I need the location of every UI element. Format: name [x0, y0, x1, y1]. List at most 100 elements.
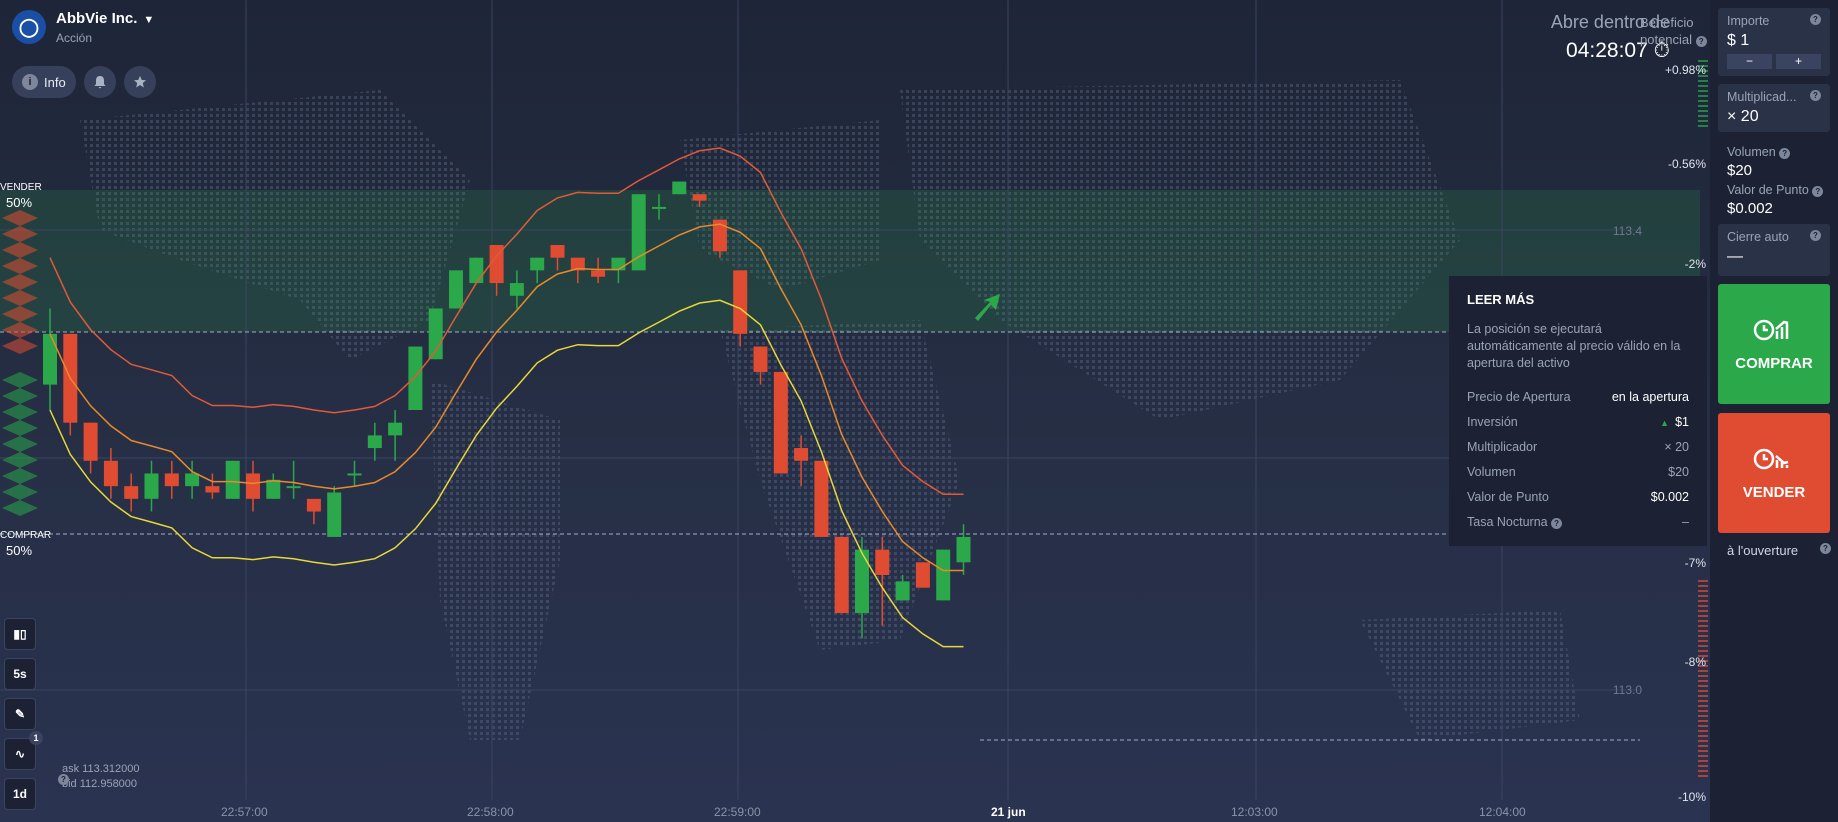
scale-tick: [1698, 605, 1708, 607]
help-icon[interactable]: ?: [1810, 14, 1821, 25]
help-icon[interactable]: ?: [1810, 90, 1821, 101]
help-icon[interactable]: ?: [1551, 517, 1563, 529]
row-value: –: [1682, 514, 1689, 529]
asset-logo-icon: ◯: [12, 10, 46, 44]
asset-name[interactable]: AbbVie Inc. ▼: [56, 10, 154, 27]
candle-body: [185, 473, 200, 487]
increase-amount-button[interactable]: +: [1776, 54, 1821, 69]
indicators-button[interactable]: ∿ 1: [4, 731, 43, 770]
scale-tick: [1698, 585, 1708, 587]
sell-chevron: [2, 338, 38, 354]
help-icon[interactable]: ?: [1820, 543, 1831, 554]
timeframe-button[interactable]: 5s: [4, 658, 36, 690]
candle-body: [124, 486, 139, 499]
buy-chevron: [2, 420, 38, 436]
buy-chevron: [2, 436, 38, 452]
period-button[interactable]: 1d: [4, 778, 36, 810]
notification-button[interactable]: [83, 66, 116, 98]
tooltip-row: Tasa Nocturna ? –: [1467, 509, 1689, 534]
scale-tick: [1698, 60, 1708, 62]
buy-chevron: [2, 452, 38, 468]
help-icon[interactable]: ?: [1695, 36, 1707, 47]
scale-tick: [1698, 120, 1708, 122]
candle-body: [509, 283, 524, 296]
buy-button[interactable]: COMPRAR: [1718, 284, 1830, 404]
multiplier-label: Multiplicad...: [1727, 90, 1797, 104]
chart-area[interactable]: ◯ AbbVie Inc. ▼ Acción i Info Abre dentro…: [0, 0, 1710, 822]
buy-chevron: [2, 484, 38, 500]
scale-tick: [1698, 625, 1708, 627]
volume-info: Volumen ? $20: [1727, 145, 1838, 179]
amount-card[interactable]: Importe? $ 1 − +: [1718, 8, 1830, 76]
auto-close-label: Cierre auto: [1727, 230, 1789, 244]
chart-type-button[interactable]: ▮▯: [4, 618, 36, 650]
tooltip-title[interactable]: LEER MÁS: [1467, 292, 1689, 307]
candle-body: [895, 581, 910, 601]
auto-close-value[interactable]: —: [1727, 248, 1821, 266]
candle-body: [327, 492, 342, 537]
auto-close-card[interactable]: Cierre auto? —: [1718, 224, 1830, 276]
buy-sentiment: COMPRAR 50%: [0, 528, 51, 558]
candle-body: [591, 270, 606, 277]
candle-body: [631, 194, 646, 271]
scale-tick: [1698, 695, 1708, 697]
chart-toolbar: ▮▯ 5s ✎ ∿ 1 1d: [4, 618, 43, 810]
scale-tick: [1698, 110, 1708, 112]
time-tick: 12:04:00: [1479, 805, 1526, 819]
scale-tick: [1698, 615, 1708, 617]
countdown-time: 04:28:07: [1566, 39, 1648, 62]
candle-body: [855, 549, 869, 614]
benefit-label: Beneficio potencial ?: [1640, 14, 1710, 48]
percent-tick: -0.56%: [1667, 157, 1706, 171]
row-label: Precio de Apertura: [1467, 389, 1571, 404]
time-tick: 21 jun: [991, 805, 1026, 819]
amount-input[interactable]: $ 1: [1727, 32, 1821, 50]
percent-tick: -7%: [1684, 556, 1706, 570]
sell-label: VENDER: [1742, 483, 1806, 501]
period-label: 1d: [12, 787, 27, 801]
row-value: $0.002: [1650, 489, 1689, 504]
chevron-down-icon[interactable]: ▼: [143, 14, 154, 26]
decrease-amount-button[interactable]: −: [1727, 54, 1772, 69]
draw-tool-button[interactable]: ✎: [4, 698, 36, 730]
info-icon: i: [22, 74, 38, 90]
scale-tick: [1698, 720, 1708, 722]
candle-body: [753, 346, 768, 372]
triangle-up-icon: ▲: [1660, 417, 1670, 428]
tooltip-row: Precio de Apertura en la apertura: [1467, 384, 1689, 409]
scale-tick: [1698, 105, 1708, 107]
order-details-tooltip: LEER MÁS La posición se ejecutará automá…: [1449, 276, 1707, 546]
candle-body: [266, 479, 281, 499]
candle-body: [956, 536, 971, 563]
multiplier-card[interactable]: Multiplicad...? × 20: [1718, 84, 1830, 132]
scale-tick: [1698, 715, 1708, 717]
price-level-label: 113.0: [1612, 683, 1642, 697]
help-icon[interactable]: ?: [1779, 148, 1791, 159]
sell-button[interactable]: VENDER: [1718, 413, 1830, 533]
info-button[interactable]: i Info: [12, 66, 76, 98]
scale-tick: [1698, 730, 1708, 732]
time-tick: 22:59:00: [714, 805, 761, 819]
row-label: Multiplicador: [1467, 439, 1538, 454]
open-at-open-option[interactable]: à l'ouverture ?: [1727, 543, 1831, 558]
multiplier-value[interactable]: × 20: [1727, 108, 1821, 126]
asset-header[interactable]: ◯ AbbVie Inc. ▼ Acción: [12, 10, 154, 45]
scale-tick: [1698, 680, 1708, 682]
candle-body: [83, 422, 98, 461]
scale-tick: [1698, 775, 1708, 777]
help-icon[interactable]: ?: [1810, 230, 1821, 241]
point-value: $0.002: [1727, 200, 1773, 217]
scale-tick: [1698, 590, 1708, 592]
ask-price: ask 113.312000: [62, 763, 140, 775]
scale-tick: [1698, 770, 1708, 772]
benefit-text: Beneficio potencial: [1640, 15, 1694, 47]
candle-body: [469, 257, 484, 284]
help-icon[interactable]: ?: [58, 774, 69, 785]
tooltip-row: Valor de Punto $0.002: [1467, 484, 1689, 509]
help-icon[interactable]: ?: [1812, 186, 1824, 197]
favorite-button[interactable]: [123, 66, 156, 98]
scale-tick: [1698, 620, 1708, 622]
open-at-open-label: à l'ouverture: [1727, 543, 1799, 558]
scale-tick: [1698, 125, 1708, 127]
percent-tick: +0.98%: [1664, 63, 1706, 77]
